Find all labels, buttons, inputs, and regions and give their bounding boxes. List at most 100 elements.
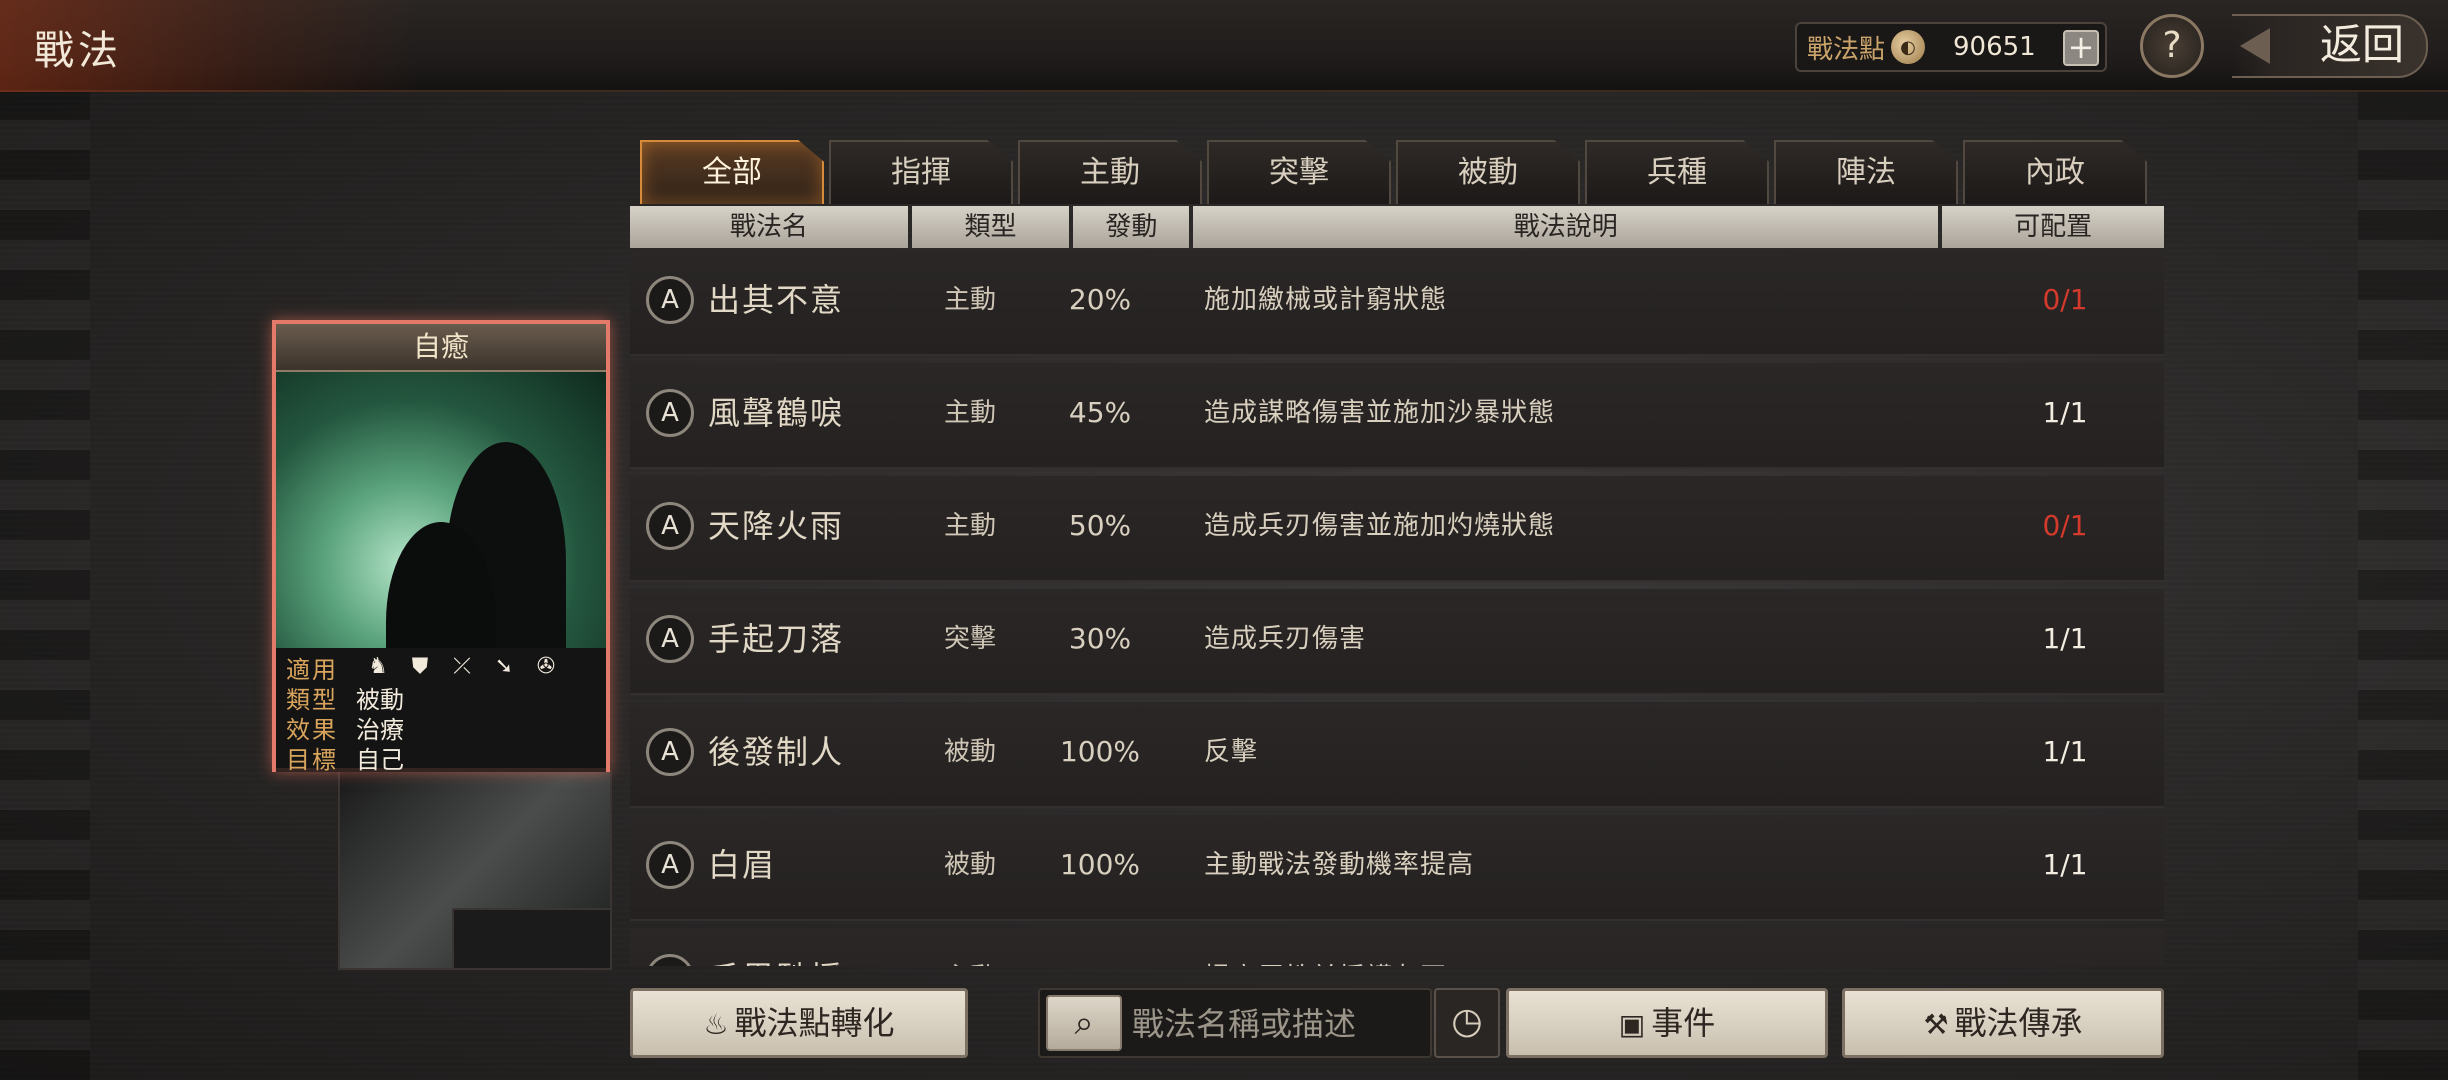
tab-all[interactable]: 全部: [640, 140, 824, 204]
tactic-type: 主動: [910, 928, 1030, 966]
tactic-slots: 1/1: [2042, 622, 2088, 655]
search-box: ⌕: [1038, 988, 1432, 1058]
convert-points-label: 戰法點轉化: [734, 1004, 895, 1042]
tab-troop[interactable]: 兵種: [1585, 140, 1769, 204]
tab-internal[interactable]: 內政: [1963, 140, 2147, 204]
selected-tactic-card[interactable]: 自癒 適用 ♞ ⛊ ⤫ ➘ ✇ 類型 被動 效果 治療 目標 自己: [272, 320, 610, 774]
tactic-name: 天降火雨: [708, 507, 845, 545]
points-label: 戰法點: [1807, 34, 1886, 65]
grade-badge: A: [646, 841, 694, 889]
column-header-description: 戰法說明: [1193, 206, 1939, 248]
back-arrow-icon: [2240, 28, 2270, 64]
tactic-rate: 30%: [1068, 622, 1132, 655]
tactic-type: 突擊: [943, 624, 996, 654]
grade-badge: A: [646, 502, 694, 550]
tactic-slots: 1/1: [2042, 396, 2088, 429]
tactic-description: 提高屬性並援護友軍: [1204, 928, 1447, 966]
tactic-type: 主動: [943, 398, 996, 428]
inherit-tactic-button[interactable]: ⚒ 戰法傳承: [1842, 988, 2164, 1058]
column-header-slots[interactable]: 可配置: [1942, 206, 2164, 248]
cavalry-icon: ♞: [368, 654, 388, 679]
target-label: 目標: [286, 745, 338, 774]
hammer-icon: ⚒: [1923, 1008, 1949, 1041]
tactic-rate: 40%: [1040, 928, 1160, 966]
table-row[interactable]: A 手起刀落 突擊 30% 造成兵刃傷害 1/1: [630, 589, 2164, 695]
tactic-description: 造成兵刃傷害: [1204, 624, 1367, 654]
target-row: 目標 自己: [286, 742, 596, 774]
tactic-name: 手起刀落: [708, 620, 845, 658]
wheel-icon: ✇: [536, 654, 556, 679]
tactic-name: 白眉: [708, 846, 777, 884]
points-icon: ◐: [1891, 30, 1926, 64]
spear-icon: ➘: [494, 654, 514, 679]
tactic-slots: 0/1: [2042, 283, 2088, 316]
clock-icon: ◷: [1451, 1001, 1483, 1042]
grade-badge: A: [646, 276, 694, 324]
add-points-button[interactable]: +: [2063, 30, 2099, 66]
card-artwork: [276, 372, 606, 648]
tactic-rate: 45%: [1068, 396, 1132, 429]
card-info: 適用 ♞ ⛊ ⤫ ➘ ✇ 類型 被動 效果 治療 目標 自己: [276, 648, 606, 774]
search-icon[interactable]: ⌕: [1046, 995, 1122, 1051]
events-label: 事件: [1651, 1004, 1716, 1042]
column-header-name[interactable]: 戰法名: [630, 206, 908, 248]
tactic-description: 造成謀略傷害並施加沙暴狀態: [1204, 398, 1556, 428]
alert-icon: ▣: [1618, 1008, 1646, 1041]
tactic-rate: 100%: [1059, 848, 1141, 881]
table-row[interactable]: A 千里馳援 主動 40% 提高屬性並援護友軍 1/1: [630, 928, 2164, 966]
shield-icon: ⛊: [411, 654, 429, 679]
tab-active[interactable]: 主動: [1018, 140, 1202, 204]
tactic-slots: 1/1: [2005, 928, 2125, 966]
tactic-rate: 100%: [1059, 735, 1141, 768]
convert-points-button[interactable]: ♨ 戰法點轉化: [630, 988, 968, 1058]
tab-formation[interactable]: 陣法: [1774, 140, 1958, 204]
back-label: 返回: [2319, 20, 2404, 69]
tactic-description: 主動戰法發動機率提高: [1204, 850, 1475, 880]
grade-badge: A: [646, 389, 694, 437]
column-header-type[interactable]: 類型: [911, 206, 1070, 248]
tactic-name: 千里馳援: [708, 928, 844, 966]
tab-command[interactable]: 指揮: [829, 140, 1013, 204]
events-button[interactable]: ▣ 事件: [1506, 988, 1828, 1058]
tab-passive[interactable]: 被動: [1396, 140, 1580, 204]
tactic-name: 風聲鶴唳: [708, 394, 845, 432]
search-input[interactable]: [1132, 996, 1422, 1052]
tactic-rate: 50%: [1068, 509, 1132, 542]
right-ornament: [2358, 90, 2448, 1080]
tactic-type: 主動: [943, 511, 996, 541]
tab-assault[interactable]: 突擊: [1207, 140, 1391, 204]
table-row[interactable]: A 出其不意 主動 20% 施加繳械或計窮狀態 0/1: [630, 250, 2164, 356]
applicable-row: 適用 ♞ ⛊ ⤫ ➘ ✇: [286, 652, 596, 684]
column-header-rate[interactable]: 發動: [1073, 206, 1190, 248]
back-button[interactable]: 返回: [2232, 14, 2428, 78]
troop-icons: ♞ ⛊ ⤫ ➘ ✇: [364, 653, 560, 681]
tactic-description: 造成兵刃傷害並施加灼燒狀態: [1204, 511, 1556, 541]
points-value: 90651: [1953, 32, 2036, 62]
inherit-label: 戰法傳承: [1954, 1004, 2083, 1042]
flame-icon: ♨: [703, 1008, 729, 1041]
table-row[interactable]: A 後發制人 被動 100% 反擊 1/1: [630, 702, 2164, 808]
table-row[interactable]: A 天降火雨 主動 50% 造成兵刃傷害並施加灼燒狀態 0/1: [630, 476, 2164, 582]
table-row[interactable]: A 風聲鶴唳 主動 45% 造成謀略傷害並施加沙暴狀態 1/1: [630, 363, 2164, 469]
tactic-slots: 1/1: [2042, 735, 2088, 768]
target-value: 自己: [356, 745, 404, 774]
table-row[interactable]: A 白眉 被動 100% 主動戰法發動機率提高 1/1: [630, 815, 2164, 921]
tactic-slots: 0/1: [2042, 509, 2088, 542]
tactic-type: 被動: [943, 737, 996, 767]
effect-row: 效果 治療: [286, 712, 596, 744]
grade-badge: A: [646, 954, 694, 966]
tactic-description: 施加繳械或計窮狀態: [1204, 285, 1448, 315]
tactics-list[interactable]: A 出其不意 主動 20% 施加繳械或計窮狀態 0/1 A 風聲鶴唳 主動 45…: [630, 250, 2164, 966]
card-title: 自癒: [276, 324, 606, 372]
help-button[interactable]: ?: [2140, 14, 2204, 78]
tactic-type: 被動: [943, 850, 996, 880]
tactic-points-display: 戰法點 ◐ 90651 +: [1795, 22, 2107, 72]
table-header: 戰法名 類型 發動 戰法說明 可配置: [630, 206, 2164, 248]
tactic-name: 出其不意: [708, 281, 845, 319]
tactic-description: 反擊: [1204, 737, 1259, 767]
left-ornament: [0, 90, 90, 1080]
type-row: 類型 被動: [286, 682, 596, 714]
category-tabs: 全部 指揮 主動 突擊 被動 兵種 陣法 內政: [640, 140, 2152, 204]
page-title: 戰法: [34, 28, 122, 74]
history-clock-button[interactable]: ◷: [1434, 988, 1500, 1058]
